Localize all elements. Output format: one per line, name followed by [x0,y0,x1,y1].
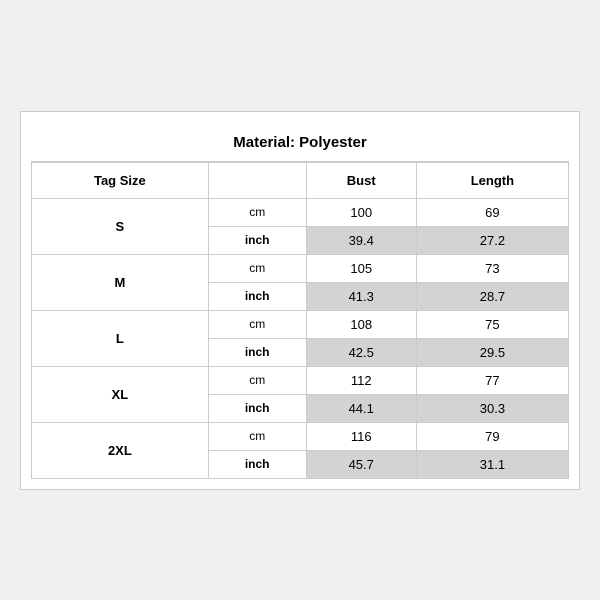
unit-cell: inch [208,282,306,310]
unit-cell: cm [208,366,306,394]
length-cell: 77 [416,366,568,394]
unit-cell: inch [208,338,306,366]
length-cell: 28.7 [416,282,568,310]
tag-size-cell: 2XL [32,422,209,478]
bust-cell: 42.5 [306,338,416,366]
length-cell: 30.3 [416,394,568,422]
length-cell: 31.1 [416,450,568,478]
bust-cell: 45.7 [306,450,416,478]
header-unit-placeholder [208,162,306,198]
unit-cell: cm [208,198,306,226]
bust-cell: 108 [306,310,416,338]
bust-cell: 112 [306,366,416,394]
chart-title: Material: Polyester [31,122,569,162]
bust-cell: 100 [306,198,416,226]
bust-cell: 41.3 [306,282,416,310]
tag-size-cell: M [32,254,209,310]
length-cell: 29.5 [416,338,568,366]
table-row: Mcm10573 [32,254,569,282]
table-row: 2XLcm11679 [32,422,569,450]
table-row: Scm10069 [32,198,569,226]
bust-cell: 116 [306,422,416,450]
unit-cell: cm [208,310,306,338]
size-chart-card: Material: Polyester Tag Size Bust Length… [20,111,580,490]
bust-cell: 105 [306,254,416,282]
unit-cell: inch [208,450,306,478]
size-table: Tag Size Bust Length Scm10069inch39.427.… [31,162,569,479]
tag-size-cell: L [32,310,209,366]
length-cell: 73 [416,254,568,282]
table-row: Lcm10875 [32,310,569,338]
header-tag-size: Tag Size [32,162,209,198]
bust-cell: 44.1 [306,394,416,422]
unit-cell: inch [208,226,306,254]
unit-cell: cm [208,422,306,450]
tag-size-cell: XL [32,366,209,422]
unit-cell: cm [208,254,306,282]
unit-cell: inch [208,394,306,422]
table-row: XLcm11277 [32,366,569,394]
length-cell: 79 [416,422,568,450]
tag-size-cell: S [32,198,209,254]
header-length: Length [416,162,568,198]
length-cell: 69 [416,198,568,226]
length-cell: 27.2 [416,226,568,254]
length-cell: 75 [416,310,568,338]
header-bust: Bust [306,162,416,198]
bust-cell: 39.4 [306,226,416,254]
